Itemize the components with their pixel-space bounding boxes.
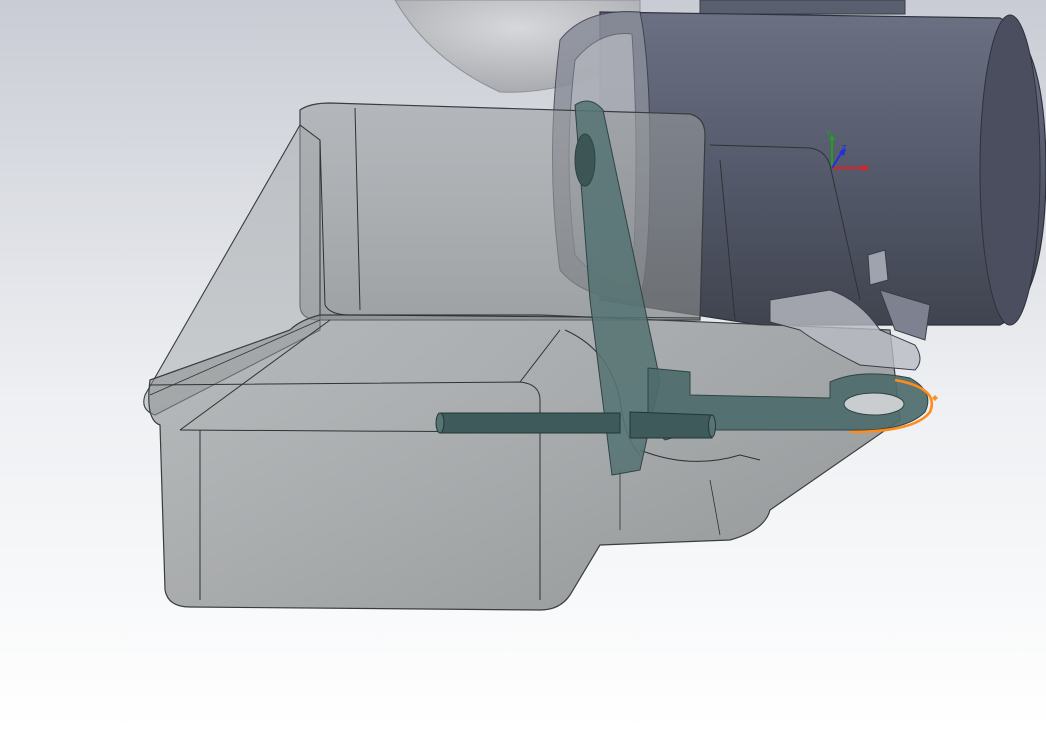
triad-x-label: X xyxy=(864,164,870,173)
cad-model-view[interactable]: X Y Z xyxy=(0,0,1046,732)
graphics-viewport[interactable]: X Y Z xyxy=(0,0,1046,732)
triad-z-label: Z xyxy=(841,144,847,153)
eyelet-hole[interactable] xyxy=(843,392,905,416)
triad-y-label: Y xyxy=(825,129,831,138)
